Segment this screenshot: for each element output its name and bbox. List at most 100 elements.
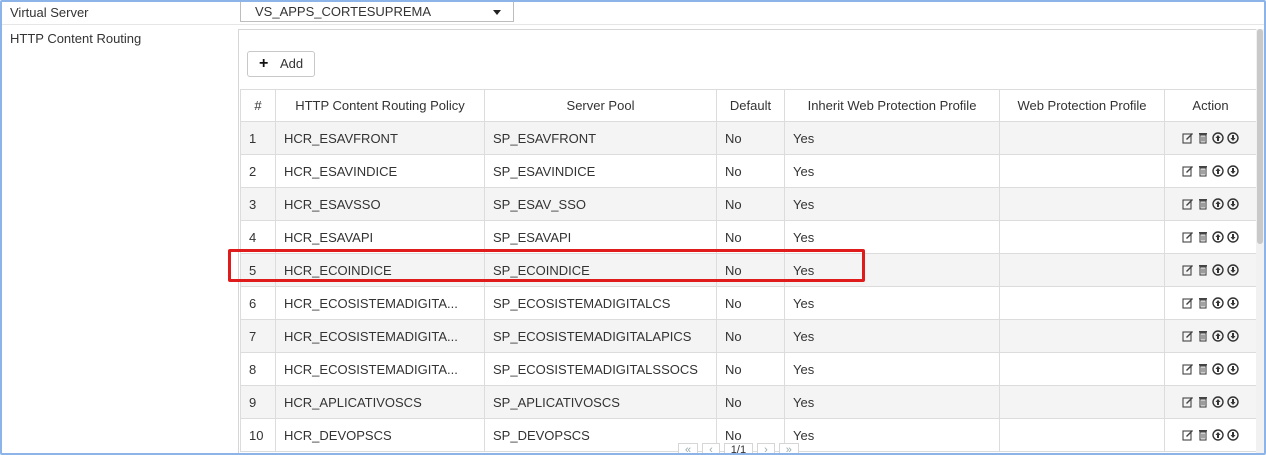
column-header-default[interactable]: Default bbox=[716, 89, 785, 122]
highlight-box bbox=[228, 249, 865, 282]
table-row[interactable]: 6 HCR_ECOSISTEMADIGITA... SP_ECOSISTEMADIG… bbox=[240, 286, 1257, 320]
inherit-profile-value: Yes bbox=[784, 154, 1000, 188]
virtual-server-select[interactable]: VS_APPS_CORTESUPREMA bbox=[240, 2, 514, 22]
pagination: « ‹ 1/1 › » bbox=[678, 443, 799, 453]
move-down-icon[interactable] bbox=[1227, 297, 1239, 309]
policy-name: HCR_ECOSISTEMADIGITA... bbox=[275, 286, 485, 320]
move-down-icon[interactable] bbox=[1227, 198, 1239, 210]
trash-icon[interactable] bbox=[1197, 231, 1209, 243]
edit-icon[interactable] bbox=[1182, 198, 1194, 210]
move-up-icon[interactable] bbox=[1212, 198, 1224, 210]
move-down-icon[interactable] bbox=[1227, 330, 1239, 342]
row-actions bbox=[1164, 418, 1257, 452]
scrollbar-thumb[interactable] bbox=[1257, 29, 1263, 244]
policy-name: HCR_ESAVFRONT bbox=[275, 121, 485, 155]
next-page-button[interactable]: › bbox=[757, 443, 775, 453]
edit-icon[interactable] bbox=[1182, 165, 1194, 177]
move-up-icon[interactable] bbox=[1212, 396, 1224, 408]
table-row[interactable]: 2 HCR_ESAVINDICE SP_ESAVINDICE No Yes bbox=[240, 154, 1257, 188]
move-up-icon[interactable] bbox=[1212, 330, 1224, 342]
web-protection-profile-value bbox=[999, 187, 1165, 221]
move-up-icon[interactable] bbox=[1212, 165, 1224, 177]
trash-icon[interactable] bbox=[1197, 330, 1209, 342]
edit-icon[interactable] bbox=[1182, 132, 1194, 144]
server-pool: SP_ECOSISTEMADIGITALSSOCS bbox=[484, 352, 717, 386]
trash-icon[interactable] bbox=[1197, 198, 1209, 210]
column-header-server-pool[interactable]: Server Pool bbox=[484, 89, 717, 122]
row-actions bbox=[1164, 187, 1257, 221]
inherit-profile-value: Yes bbox=[784, 319, 1000, 353]
divider bbox=[2, 24, 1264, 25]
move-up-icon[interactable] bbox=[1212, 264, 1224, 276]
trash-icon[interactable] bbox=[1197, 297, 1209, 309]
inherit-profile-value: Yes bbox=[784, 286, 1000, 320]
row-actions bbox=[1164, 385, 1257, 419]
chevron-down-icon[interactable] bbox=[493, 10, 501, 15]
inherit-profile-value: Yes bbox=[784, 187, 1000, 221]
first-page-button[interactable]: « bbox=[678, 443, 699, 453]
server-pool: SP_ESAVINDICE bbox=[484, 154, 717, 188]
trash-icon[interactable] bbox=[1197, 396, 1209, 408]
policy-name: HCR_ECOSISTEMADIGITA... bbox=[275, 319, 485, 353]
column-header-policy[interactable]: HTTP Content Routing Policy bbox=[275, 89, 485, 122]
row-number: 7 bbox=[240, 319, 276, 353]
policy-name: HCR_APLICATIVOSCS bbox=[275, 385, 485, 419]
row-number: 9 bbox=[240, 385, 276, 419]
column-header-inherit-profile[interactable]: Inherit Web Protection Profile bbox=[784, 89, 1000, 122]
table-row[interactable]: 7 HCR_ECOSISTEMADIGITA... SP_ECOSISTEMADIG… bbox=[240, 319, 1257, 353]
table-row[interactable]: 9 HCR_APLICATIVOSCS SP_APLICATIVOSCS No Yes bbox=[240, 385, 1257, 419]
inherit-profile-value: Yes bbox=[784, 418, 1000, 452]
edit-icon[interactable] bbox=[1182, 363, 1194, 375]
web-protection-profile-value bbox=[999, 253, 1165, 287]
plus-icon: + bbox=[259, 55, 269, 72]
move-down-icon[interactable] bbox=[1227, 132, 1239, 144]
table-row[interactable]: 8 HCR_ECOSISTEMADIGITA... SP_ECOSISTEMADIG… bbox=[240, 352, 1257, 386]
move-down-icon[interactable] bbox=[1227, 165, 1239, 177]
policy-name: HCR_ECOSISTEMADIGITA... bbox=[275, 352, 485, 386]
trash-icon[interactable] bbox=[1197, 165, 1209, 177]
table-row[interactable]: 1 HCR_ESAVFRONT SP_ESAVFRONT No Yes bbox=[240, 121, 1257, 155]
edit-icon[interactable] bbox=[1182, 429, 1194, 441]
trash-icon[interactable] bbox=[1197, 363, 1209, 375]
move-down-icon[interactable] bbox=[1227, 231, 1239, 243]
move-up-icon[interactable] bbox=[1212, 231, 1224, 243]
server-pool: SP_ESAV_SSO bbox=[484, 187, 717, 221]
table-row[interactable]: 3 HCR_ESAVSSO SP_ESAV_SSO No Yes bbox=[240, 187, 1257, 221]
virtual-server-value: VS_APPS_CORTESUPREMA bbox=[255, 4, 432, 19]
row-number: 8 bbox=[240, 352, 276, 386]
inherit-profile-value: Yes bbox=[784, 121, 1000, 155]
trash-icon[interactable] bbox=[1197, 429, 1209, 441]
policy-name: HCR_ESAVINDICE bbox=[275, 154, 485, 188]
row-actions bbox=[1164, 154, 1257, 188]
move-down-icon[interactable] bbox=[1227, 429, 1239, 441]
vertical-scrollbar[interactable] bbox=[1256, 29, 1264, 453]
default-value: No bbox=[716, 352, 785, 386]
move-down-icon[interactable] bbox=[1227, 264, 1239, 276]
edit-icon[interactable] bbox=[1182, 297, 1194, 309]
default-value: No bbox=[716, 385, 785, 419]
column-header-number[interactable]: # bbox=[240, 89, 276, 122]
last-page-button[interactable]: » bbox=[778, 443, 799, 453]
edit-icon[interactable] bbox=[1182, 330, 1194, 342]
add-button[interactable]: + Add bbox=[247, 51, 315, 77]
web-protection-profile-value bbox=[999, 319, 1165, 353]
edit-icon[interactable] bbox=[1182, 264, 1194, 276]
trash-icon[interactable] bbox=[1197, 132, 1209, 144]
edit-icon[interactable] bbox=[1182, 396, 1194, 408]
edit-icon[interactable] bbox=[1182, 231, 1194, 243]
move-up-icon[interactable] bbox=[1212, 297, 1224, 309]
move-up-icon[interactable] bbox=[1212, 132, 1224, 144]
move-up-icon[interactable] bbox=[1212, 363, 1224, 375]
web-protection-profile-value bbox=[999, 385, 1165, 419]
prev-page-button[interactable]: ‹ bbox=[702, 443, 720, 453]
row-actions bbox=[1164, 319, 1257, 353]
row-number: 1 bbox=[240, 121, 276, 155]
row-number: 3 bbox=[240, 187, 276, 221]
column-header-web-protection-profile[interactable]: Web Protection Profile bbox=[999, 89, 1165, 122]
row-actions bbox=[1164, 121, 1257, 155]
trash-icon[interactable] bbox=[1197, 264, 1209, 276]
move-up-icon[interactable] bbox=[1212, 429, 1224, 441]
move-down-icon[interactable] bbox=[1227, 363, 1239, 375]
move-down-icon[interactable] bbox=[1227, 396, 1239, 408]
page-indicator: 1/1 bbox=[723, 443, 754, 453]
